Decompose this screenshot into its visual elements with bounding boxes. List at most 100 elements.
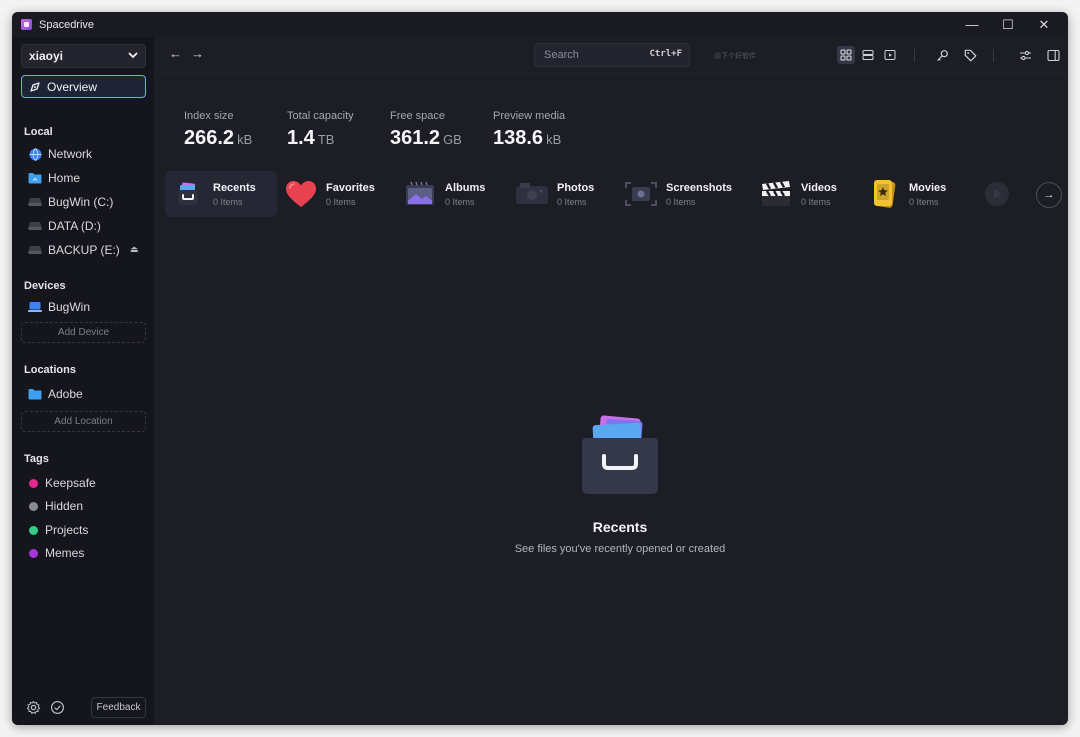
stat-label: Total capacity [287,110,354,122]
category-videos[interactable]: Videos 0 Items [757,171,837,217]
window-controls: — ☐ ✕ [954,12,1062,37]
album-icon [401,175,439,213]
folder-icon [28,387,42,401]
category-count: 0 Items [213,196,243,207]
recents-empty-icon [576,414,664,496]
toolbar-divider [914,49,915,62]
category-albums[interactable]: Albums 0 Items [401,171,485,217]
category-favorites[interactable]: Favorites 0 Items [282,171,375,217]
sidebar-item-home[interactable]: Home [28,169,80,187]
empty-state-title: Recents [592,519,648,535]
drive-icon [28,195,42,209]
sidebar-item-label: Home [48,171,81,185]
categories-next-button[interactable]: → [1036,182,1062,208]
category-name: Favorites [326,181,375,194]
sidebar-footer: Feedback [12,691,154,725]
play-icon [978,175,1016,213]
stat-label: Preview media [493,110,566,122]
tag-color-dot [29,501,38,511]
category-count: 0 Items [326,196,356,207]
library-name: xiaoyi [29,49,64,63]
category-movies[interactable]: Movies 0 Items [865,171,946,217]
drive-icon [28,243,42,257]
sidebar-item-label: Hidden [45,499,84,513]
stat-unit: GB [443,132,462,147]
settings-gear-icon[interactable] [25,699,41,715]
sidebar-item-overview[interactable]: Overview [21,75,146,98]
home-folder-icon [28,171,42,185]
feedback-button[interactable]: Feedback [91,697,146,718]
sidebar-item-label: Network [48,147,93,161]
sidebar-item-backup-e[interactable]: BACKUP (E:) [28,241,120,259]
maximize-button[interactable]: ☐ [990,12,1026,37]
key-icon[interactable] [933,46,951,64]
category-count: 0 Items [445,196,475,207]
grid-view-icon[interactable] [837,46,855,64]
stat-unit: kB [237,132,253,147]
sidebar-panel-icon[interactable] [1044,46,1062,64]
stat-number: 1.4 [287,127,315,149]
category-name: Screenshots [666,181,733,194]
library-selector[interactable]: xiaoyi [21,44,146,68]
search-placeholder: Search [544,49,579,61]
close-button[interactable]: ✕ [1026,12,1062,37]
eject-icon[interactable]: ⏏ [130,244,139,255]
category-faded-next [978,171,1016,217]
sidebar-item-device-bugwin[interactable]: BugWin [28,298,90,316]
sidebar-item-network[interactable]: Network [28,145,92,163]
tag-icon[interactable] [961,46,979,64]
app-window: Spacedrive — ☐ ✕ xiaoyi Overview Local N… [12,12,1068,725]
drive-icon [28,219,42,233]
sidebar-item-bugwin-c[interactable]: BugWin (C:) [28,193,113,211]
sliders-icon[interactable] [1016,46,1034,64]
sidebar-item-tag-keepsafe[interactable]: Keepsafe [28,474,96,492]
search-input[interactable]: Search Ctrl+F [534,43,690,67]
back-arrow-icon[interactable]: ← [169,46,182,61]
screenshot-icon [622,175,660,213]
compass-icon [29,81,41,93]
spacedrive-logo-icon [21,19,32,30]
tag-color-dot [29,478,38,488]
stat-value: 361.2 GB [390,127,462,150]
category-name: Movies [909,181,947,194]
stat-value: 138.6 kB [493,127,565,150]
category-photos[interactable]: Photos 0 Items [513,171,594,217]
stat-unit: kB [546,132,562,147]
add-device-button[interactable]: Add Device [21,322,146,343]
empty-state-subtitle: See files you've recently opened or crea… [514,543,726,555]
category-screenshots[interactable]: Screenshots 0 Items [622,171,732,217]
sidebar-item-location-adobe[interactable]: Adobe [28,385,83,403]
sidebar-item-label: BugWin [48,300,91,314]
movie-ticket-icon [865,175,903,213]
stat-number: 361.2 [390,127,441,149]
sidebar: xiaoyi Overview Local Network Home BugWi… [12,37,154,725]
category-name: Photos [557,181,595,194]
globe-icon [28,147,42,161]
media-view-icon[interactable] [881,46,899,64]
section-title-tags: Tags [24,453,49,465]
category-name: Albums [445,181,486,194]
category-count: 0 Items [801,196,831,207]
stat-label: Free space [390,110,446,122]
category-name: Recents [213,181,256,194]
list-view-icon[interactable] [859,46,877,64]
chevron-down-icon [127,49,139,64]
stat-label: Index size [184,110,234,122]
category-count: 0 Items [557,196,587,207]
minimize-button[interactable]: — [954,12,990,37]
photos-icon [513,175,551,213]
category-recents[interactable]: Recents 0 Items [165,171,277,217]
stat-preview-media: Preview media 138.6 kB [493,110,565,150]
sidebar-item-data-d[interactable]: DATA (D:) [28,217,101,235]
stat-total-capacity: Total capacity 1.4 TB [287,110,354,150]
app-title: Spacedrive [39,18,95,31]
forward-arrow-icon[interactable]: → [191,46,204,61]
add-location-button[interactable]: Add Location [21,411,146,432]
stat-value: 266.2 kB [184,127,252,150]
sidebar-item-label: BACKUP (E:) [48,243,120,257]
stat-index-size: Index size 266.2 kB [184,110,252,150]
sidebar-item-label: BugWin (C:) [48,195,114,209]
section-title-locations: Locations [24,364,76,376]
check-circle-icon[interactable] [49,699,65,715]
sidebar-item-tag-hidden[interactable]: Hidden [28,497,83,515]
